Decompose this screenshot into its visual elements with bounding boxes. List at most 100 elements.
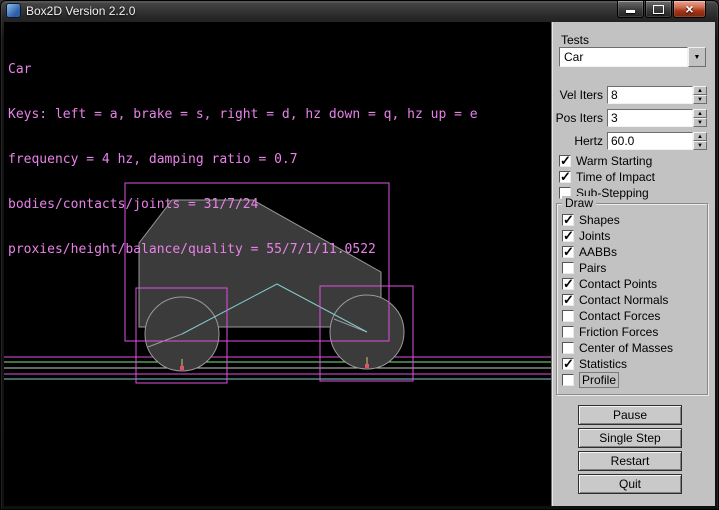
checkbox-draw-statistics[interactable]: ✓ Statistics [562, 356, 705, 372]
tests-dropdown[interactable]: Car ▼ [559, 47, 706, 67]
tests-dropdown-value[interactable]: Car [559, 47, 688, 67]
checkbox-box[interactable] [562, 342, 574, 354]
checkbox-box[interactable]: ✓ [559, 171, 571, 183]
solver-options: ✓ Warm Starting ✓ Time of Impact Sub-Ste… [559, 153, 655, 201]
vel-iters-label: Vel Iters [554, 88, 603, 102]
checkbox-label: Contact Points [579, 277, 657, 291]
checkbox-label: Profile [579, 372, 619, 388]
checkbox-box[interactable] [562, 310, 574, 322]
pos-iters-label: Pos Iters [554, 111, 603, 125]
close-button[interactable]: × [673, 1, 706, 18]
arrow-up-icon: ▲ [697, 88, 703, 94]
vel-iters-up-button[interactable]: ▲ [693, 86, 707, 95]
hertz-label: Hertz [554, 134, 603, 148]
tests-label: Tests [561, 33, 589, 47]
checkbox-label: Contact Forces [579, 309, 660, 323]
checkbox-label: Warm Starting [576, 154, 652, 168]
checkbox-label: Statistics [579, 357, 627, 371]
checkbox-draw-center-of-masses[interactable]: Center of Masses [562, 340, 705, 356]
checkbox-draw-contact-normals[interactable]: ✓ Contact Normals [562, 292, 705, 308]
title-bar[interactable]: Box2D Version 2.2.0 × [0, 0, 719, 22]
close-icon: × [685, 2, 693, 17]
single-step-button[interactable]: Single Step [578, 428, 682, 448]
pos-iters-spinner: Pos Iters 3 ▲ ▼ [554, 109, 707, 127]
arrow-down-icon: ▼ [697, 120, 703, 126]
pos-iters-input[interactable]: 3 [607, 109, 693, 127]
maximize-button[interactable] [645, 1, 672, 18]
arrow-down-icon: ▼ [697, 97, 703, 103]
draw-options: ✓ Shapes ✓ Joints ✓ AABBs Pairs ✓ Con [562, 212, 705, 388]
hertz-spinner: Hertz 60.0 ▲ ▼ [554, 132, 707, 150]
bodies-stats-line: bodies/contacts/joints = 31/7/24 [8, 197, 478, 212]
checkbox-box[interactable] [562, 326, 574, 338]
hertz-down-button[interactable]: ▼ [693, 141, 707, 150]
checkbox-label: Contact Normals [579, 293, 668, 307]
control-panel: Tests Car ▼ Vel Iters 8 ▲ ▼ Pos Iters 3 … [551, 22, 715, 506]
checkbox-draw-shapes[interactable]: ✓ Shapes [562, 212, 705, 228]
hertz-arrows: ▲ ▼ [693, 132, 707, 150]
pos-iters-down-button[interactable]: ▼ [693, 118, 707, 127]
hertz-up-button[interactable]: ▲ [693, 132, 707, 141]
debug-stats-text: Car Keys: left = a, brake = s, right = d… [8, 32, 478, 287]
frequency-line: frequency = 4 hz, damping ratio = 0.7 [8, 152, 478, 167]
vel-iters-arrows: ▲ ▼ [693, 86, 707, 104]
checkbox-draw-profile[interactable]: Profile [562, 372, 705, 388]
arrow-up-icon: ▲ [697, 111, 703, 117]
minimize-button[interactable] [617, 1, 644, 18]
pos-iters-arrows: ▲ ▼ [693, 109, 707, 127]
pause-button-label: Pause [613, 408, 647, 422]
checkbox-draw-friction-forces[interactable]: Friction Forces [562, 324, 705, 340]
checkbox-box[interactable] [562, 262, 574, 274]
checkbox-box[interactable]: ✓ [559, 155, 571, 167]
checkbox-draw-pairs[interactable]: Pairs [562, 260, 705, 276]
checkbox-box[interactable] [562, 374, 574, 386]
vel-iters-input[interactable]: 8 [607, 86, 693, 104]
proxies-stats-line: proxies/height/balance/quality = 55/7/1/… [8, 242, 478, 257]
checkbox-box[interactable]: ✓ [562, 230, 574, 242]
app-icon [7, 4, 20, 17]
draw-group-box: Draw ✓ Shapes ✓ Joints ✓ AABBs Pairs [556, 203, 708, 395]
maximize-icon [653, 5, 664, 14]
checkbox-draw-contact-forces[interactable]: Contact Forces [562, 308, 705, 324]
checkbox-label: Joints [579, 229, 610, 243]
checkbox-label: Center of Masses [579, 341, 673, 355]
checkbox-label: Shapes [579, 213, 620, 227]
quit-button[interactable]: Quit [578, 474, 682, 494]
keys-help-line: Keys: left = a, brake = s, right = d, hz… [8, 107, 478, 122]
checkbox-box[interactable]: ✓ [562, 278, 574, 290]
vel-iters-spinner: Vel Iters 8 ▲ ▼ [554, 86, 707, 104]
test-title: Car [8, 62, 478, 77]
app-window: Box2D Version 2.2.0 × [0, 0, 719, 510]
checkbox-draw-joints[interactable]: ✓ Joints [562, 228, 705, 244]
window-title: Box2D Version 2.2.0 [26, 4, 135, 18]
simulation-canvas[interactable]: Car Keys: left = a, brake = s, right = d… [4, 22, 551, 506]
single-step-button-label: Single Step [599, 431, 660, 445]
pos-iters-up-button[interactable]: ▲ [693, 109, 707, 118]
checkbox-draw-contact-points[interactable]: ✓ Contact Points [562, 276, 705, 292]
hertz-input[interactable]: 60.0 [607, 132, 693, 150]
checkbox-warm-starting[interactable]: ✓ Warm Starting [559, 153, 655, 169]
checkbox-label: Pairs [579, 261, 606, 275]
pause-button[interactable]: Pause [578, 405, 682, 425]
checkbox-time-of-impact[interactable]: ✓ Time of Impact [559, 169, 655, 185]
restart-button[interactable]: Restart [578, 451, 682, 471]
restart-button-label: Restart [611, 454, 650, 468]
checkbox-box[interactable]: ✓ [562, 358, 574, 370]
window-controls: × [617, 1, 706, 18]
checkbox-draw-aabbs[interactable]: ✓ AABBs [562, 244, 705, 260]
checkbox-box[interactable]: ✓ [562, 294, 574, 306]
tests-dropdown-button[interactable]: ▼ [688, 47, 706, 67]
vel-iters-down-button[interactable]: ▼ [693, 95, 707, 104]
left-contact-point [180, 366, 184, 370]
action-buttons: Pause Single Step Restart Quit [578, 405, 682, 497]
quit-button-label: Quit [619, 477, 641, 491]
arrow-down-icon: ▼ [697, 143, 703, 149]
checkbox-box[interactable]: ✓ [562, 246, 574, 258]
chevron-down-icon: ▼ [694, 54, 701, 61]
checkbox-label: Time of Impact [576, 170, 655, 184]
arrow-up-icon: ▲ [697, 134, 703, 140]
checkbox-label: AABBs [579, 245, 617, 259]
checkbox-box[interactable]: ✓ [562, 214, 574, 226]
draw-group-title: Draw [562, 196, 596, 210]
checkbox-label: Friction Forces [579, 325, 658, 339]
